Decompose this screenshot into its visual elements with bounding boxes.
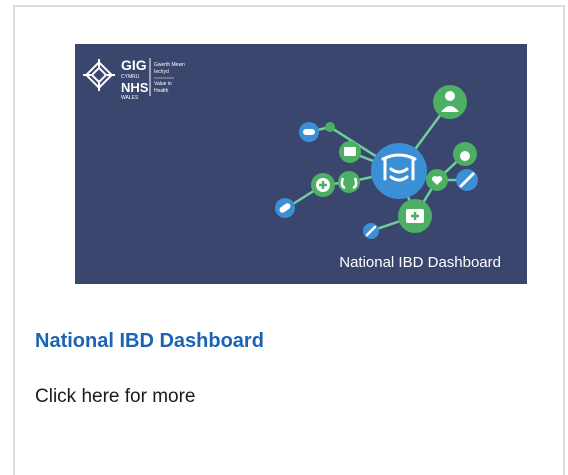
doctor-icon [433, 85, 467, 119]
logo-english-line2: Health [154, 88, 169, 94]
banner-caption: National IBD Dashboard [339, 254, 501, 271]
logo-welsh-line2: Iechyd [154, 69, 169, 75]
logo-gig-text: GIG [121, 57, 147, 73]
dashboard-banner-image[interactable]: GIG CYMRU NHS WALES Gwerth Mewn Iechyd V… [75, 44, 527, 284]
card-description: Click here for more [35, 386, 196, 407]
logo-nhs-text: NHS [121, 80, 149, 95]
logo-wales-text: WALES [121, 95, 139, 101]
card-title-link[interactable]: National IBD Dashboard [35, 330, 264, 353]
logo-english-line1: Value in [154, 81, 172, 87]
logo-welsh-line1: Gwerth Mewn [154, 62, 185, 68]
dashboard-card: GIG CYMRU NHS WALES Gwerth Mewn Iechyd V… [13, 5, 565, 475]
